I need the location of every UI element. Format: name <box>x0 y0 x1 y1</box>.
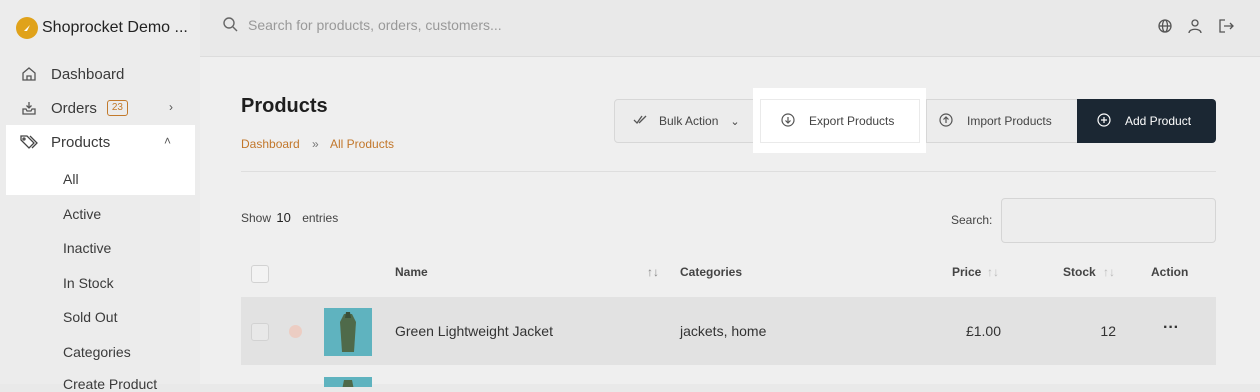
select-all-checkbox[interactable] <box>251 265 269 283</box>
global-search-input[interactable]: Search for products, orders, customers..… <box>248 17 502 33</box>
top-bar: Search for products, orders, customers..… <box>200 0 1260 57</box>
export-products-label: Export Products <box>809 114 895 128</box>
upload-circle-icon <box>939 112 953 130</box>
column-header-action: Action <box>1151 265 1189 279</box>
logout-icon[interactable] <box>1218 18 1234 39</box>
orders-count-badge: 23 <box>106 100 128 116</box>
table-search-input[interactable] <box>1001 198 1216 243</box>
page-title: Products <box>241 95 328 117</box>
user-icon[interactable] <box>1187 18 1203 39</box>
add-product-button[interactable]: Add Product <box>1077 99 1216 143</box>
double-check-icon <box>633 114 647 129</box>
sidebar-item-dashboard[interactable]: Dashboard <box>0 57 195 91</box>
plus-circle-icon <box>1097 112 1111 130</box>
sort-icon[interactable]: ↑↓ <box>1103 265 1115 279</box>
sidebar-subitem-sold-out[interactable]: Sold Out <box>63 309 117 325</box>
main-content: Products Dashboard » All Products Bulk A… <box>200 57 1260 387</box>
product-thumbnail[interactable] <box>324 308 372 356</box>
product-stock: 12 <box>1100 323 1116 339</box>
sidebar-subitem-create-product[interactable]: Create Product <box>63 376 157 392</box>
breadcrumb-dashboard[interactable]: Dashboard <box>241 137 300 151</box>
bulk-action-dropdown[interactable]: Bulk Action ⌄ <box>614 99 756 143</box>
show-entries: Show 10 entries <box>241 210 338 225</box>
entries-label: entries <box>302 211 339 225</box>
brand-name[interactable]: Shoprocket Demo ... <box>42 19 188 37</box>
home-icon <box>20 65 38 83</box>
bulk-action-label: Bulk Action <box>659 114 719 128</box>
sidebar-item-label: Products <box>51 133 111 151</box>
add-product-label: Add Product <box>1125 114 1192 128</box>
sidebar-item-label: Orders <box>51 99 97 117</box>
chevron-right-icon: › <box>169 100 173 114</box>
breadcrumb-separator: » <box>312 137 319 151</box>
breadcrumb-all-products[interactable]: All Products <box>330 137 394 151</box>
brand-logo[interactable] <box>16 17 38 39</box>
search-icon <box>222 16 238 37</box>
row-checkbox[interactable] <box>251 323 269 341</box>
inbox-icon <box>20 99 38 117</box>
row-actions-menu[interactable]: ··· <box>1163 319 1179 337</box>
export-products-button[interactable]: Export Products <box>760 99 920 143</box>
sort-icon[interactable]: ↑↓ <box>647 265 659 279</box>
product-name[interactable]: Green Lightweight Jacket <box>395 323 553 339</box>
product-categories: jackets, home <box>680 323 767 339</box>
import-products-label: Import Products <box>967 114 1052 128</box>
globe-icon[interactable] <box>1157 18 1173 39</box>
column-header-stock[interactable]: Stock <box>1063 265 1096 279</box>
divider <box>241 171 1216 172</box>
sidebar-subitem-active[interactable]: Active <box>63 206 101 222</box>
table-search-label: Search: <box>951 213 993 227</box>
chevron-down-icon: ⌄ <box>730 115 740 128</box>
sidebar-subitem-inactive[interactable]: Inactive <box>63 240 111 256</box>
sidebar: Shoprocket Demo ... Dashboard Orders 23 … <box>0 0 200 392</box>
sort-icon[interactable]: ↑↓ <box>987 265 999 279</box>
column-header-categories[interactable]: Categories <box>680 265 742 279</box>
chevron-up-icon: ˄ <box>163 134 171 148</box>
sidebar-subitem-categories[interactable]: Categories <box>63 344 131 360</box>
product-price: £1.00 <box>965 323 1001 339</box>
page-length-select[interactable]: 10 <box>276 210 290 225</box>
show-label: Show <box>241 211 272 225</box>
sidebar-item-label: Dashboard <box>51 65 125 83</box>
import-products-button[interactable]: Import Products <box>926 99 1078 143</box>
tags-icon <box>20 133 38 151</box>
sidebar-item-orders[interactable]: Orders 23 › <box>0 91 195 125</box>
download-circle-icon <box>781 112 795 130</box>
sidebar-subitem-all[interactable]: All <box>63 171 79 187</box>
sidebar-item-products[interactable]: Products ˄ <box>0 125 195 159</box>
column-header-name[interactable]: Name <box>395 265 428 279</box>
product-thumbnail[interactable] <box>324 377 372 387</box>
column-header-price[interactable]: Price <box>952 265 981 279</box>
sidebar-subitem-in-stock[interactable]: In Stock <box>63 275 114 291</box>
status-dot <box>289 325 302 338</box>
